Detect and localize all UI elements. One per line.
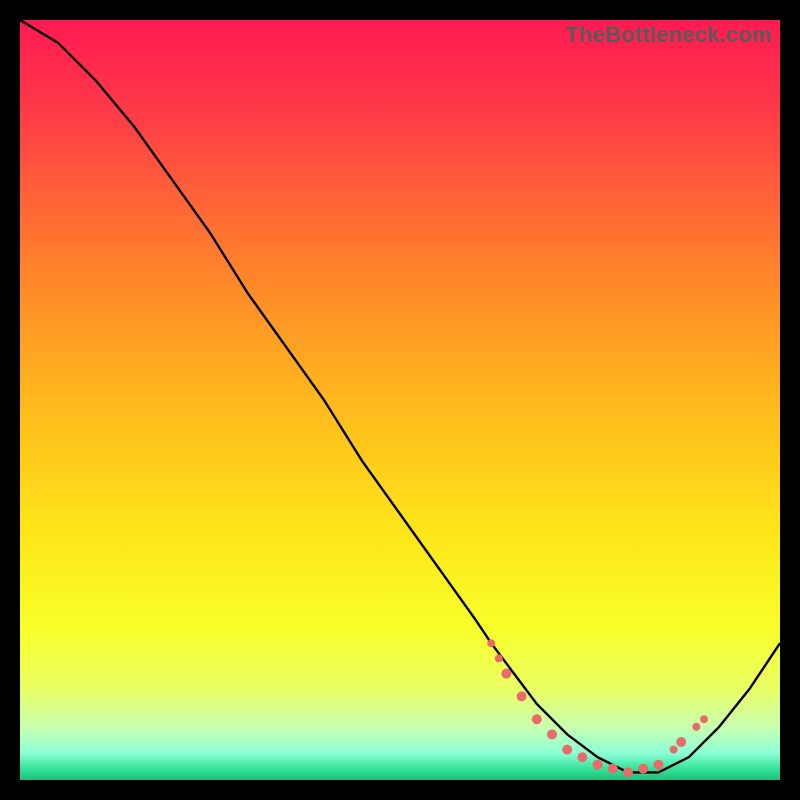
marker-dot [692,723,700,731]
chart-svg [20,20,780,780]
marker-dot [676,737,686,747]
marker-dot [495,654,503,662]
marker-dot [623,767,633,777]
marker-dot [638,764,648,774]
marker-dot [608,764,618,774]
marker-dot [593,760,603,770]
watermark-text: TheBottleneck.com [566,22,772,48]
marker-dot [700,715,708,723]
gradient-background [20,20,780,780]
marker-dot [547,729,557,739]
marker-dot [670,746,678,754]
marker-dot [532,714,542,724]
marker-dot [517,691,527,701]
marker-dot [562,745,572,755]
chart-frame: TheBottleneck.com [20,20,780,780]
marker-dot [653,760,663,770]
marker-dot [577,752,587,762]
marker-dot [487,639,495,647]
marker-dot [501,669,511,679]
